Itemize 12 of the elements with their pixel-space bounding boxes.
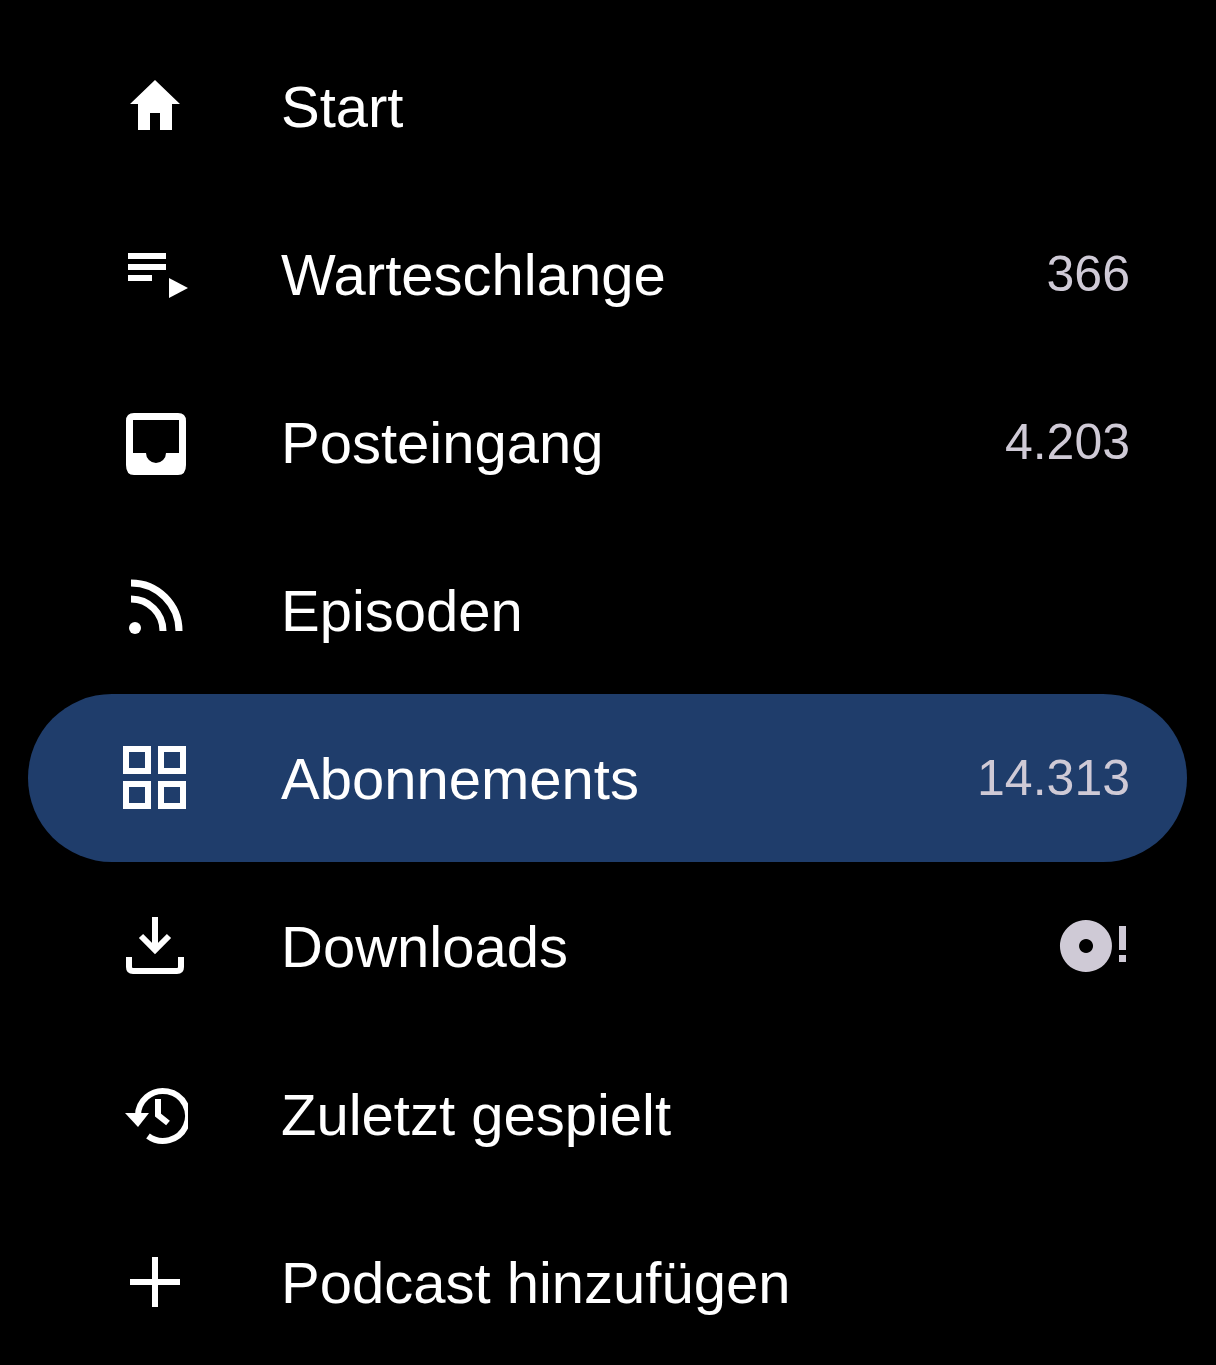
grid-icon [122,745,188,811]
menu-item[interactable]: Podcast hinzufügen [28,1198,1187,1365]
count-label: 4.203 [1004,412,1130,472]
menu-item[interactable]: Warteschlange 366 [28,190,1187,358]
count-label: 14.313 [977,748,1130,808]
count-label: 366 [1046,244,1130,304]
menu-item[interactable]: Start [28,22,1187,190]
menu-item[interactable]: Downloads [28,862,1187,1030]
menu-item[interactable]: Zuletzt gespielt [28,1030,1187,1198]
menu-item[interactable]: Abonnements 14.313 [28,694,1187,862]
menu-item[interactable]: Episoden [28,526,1187,694]
menu-item[interactable]: Posteingang 4.203 [28,358,1187,526]
